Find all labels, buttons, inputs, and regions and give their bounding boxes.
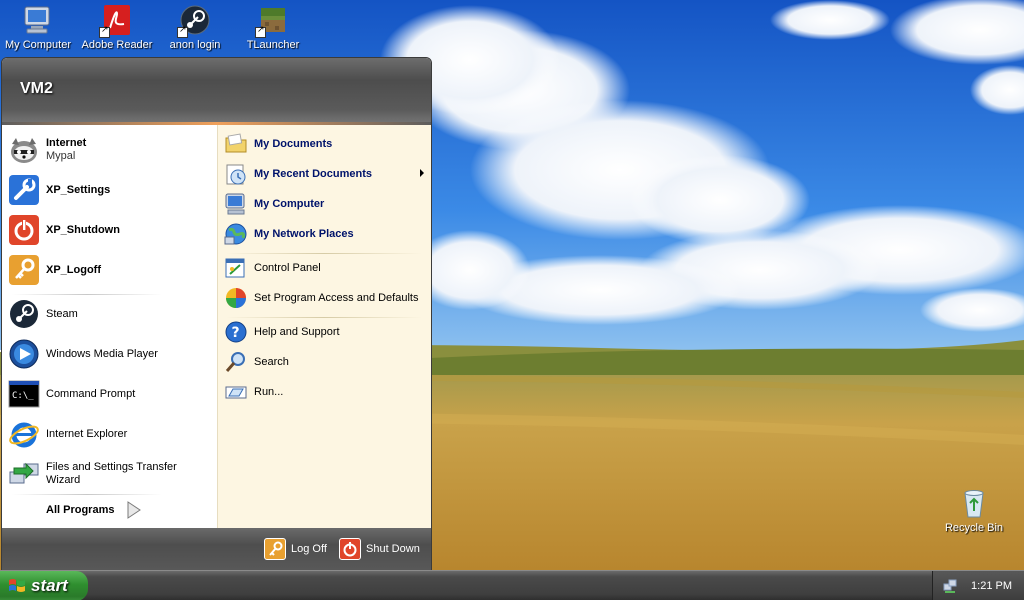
- power-icon: [8, 214, 40, 246]
- separator: [226, 253, 422, 254]
- place-label: My Documents: [254, 138, 333, 150]
- help-label: Help and Support: [254, 326, 340, 338]
- desktop-icon-label: My Computer: [4, 39, 72, 51]
- help-label: Run...: [254, 386, 284, 398]
- tlauncher-icon: [255, 4, 289, 38]
- recent-item-files-settings-transfer-wizard[interactable]: Files and Settings Transfer Wizard: [8, 455, 214, 493]
- command-prompt-icon: C:\_: [8, 378, 40, 410]
- desktop-icon-label: Adobe Reader: [81, 39, 153, 51]
- svg-text:?: ?: [232, 325, 240, 341]
- my-computer-icon: [22, 4, 54, 36]
- control-panel-icon: [224, 256, 248, 280]
- pinned-item-subtitle: Mypal: [46, 150, 76, 162]
- search[interactable]: Search: [224, 349, 428, 375]
- key-icon: [8, 254, 40, 286]
- desktop-icon-anon-login[interactable]: anon login: [157, 4, 233, 51]
- pinned-item-title: Internet: [46, 137, 87, 149]
- recent-item-label: Command Prompt: [46, 387, 136, 400]
- windows-flag-icon: [8, 577, 26, 595]
- internet-explorer-icon: [8, 418, 40, 450]
- key-icon: [264, 538, 286, 560]
- settings-label: Set Program Access and Defaults: [254, 292, 419, 304]
- place-my-documents[interactable]: My Documents: [224, 131, 428, 157]
- desktop-icon-label: anon login: [169, 39, 221, 51]
- media-player-icon: [8, 338, 40, 370]
- wrench-icon: [8, 174, 40, 206]
- desktop-icon-my-computer[interactable]: My Computer: [0, 4, 76, 51]
- settings-label: Control Panel: [254, 262, 321, 274]
- clock[interactable]: 1:21 PM: [971, 580, 1012, 592]
- pinned-item-xp-logoff[interactable]: XP_Logoff: [8, 251, 214, 289]
- svg-text:C:\_: C:\_: [12, 391, 34, 401]
- pinned-item-title: XP_Shutdown: [46, 223, 120, 236]
- run-icon: [224, 380, 248, 404]
- recent-item-label: Files and Settings Transfer Wizard: [46, 461, 177, 486]
- log-off-button[interactable]: Log Off: [264, 537, 327, 561]
- start-label: start: [31, 576, 68, 595]
- settings-control-panel[interactable]: Control Panel: [224, 255, 428, 281]
- run[interactable]: Run...: [224, 379, 428, 405]
- desktop-icon-recycle-bin[interactable]: Recycle Bin: [936, 487, 1012, 534]
- recent-item-command-prompt[interactable]: C:\_ Command Prompt: [8, 375, 214, 413]
- pinned-item-internet[interactable]: Internet Mypal: [8, 131, 214, 169]
- folder-icon: [224, 132, 248, 156]
- place-my-computer[interactable]: My Computer: [224, 191, 428, 217]
- steam-icon: [177, 4, 211, 38]
- help-label: Search: [254, 356, 289, 368]
- steam-icon: [8, 298, 40, 330]
- start-menu-footer: Log Off Shut Down: [2, 528, 431, 570]
- help-icon: ?: [224, 320, 248, 344]
- recent-item-windows-media-player[interactable]: Windows Media Player: [8, 335, 214, 373]
- log-off-label: Log Off: [291, 543, 327, 555]
- power-icon: [339, 538, 361, 560]
- program-defaults-icon: [224, 286, 248, 310]
- start-menu: VM2 Internet Mypal XP_Settings XP_Shutdo…: [1, 57, 432, 571]
- user-name: VM2: [20, 80, 53, 97]
- taskbar: start 1:21 PM: [0, 570, 1024, 600]
- shut-down-button[interactable]: Shut Down: [339, 537, 420, 561]
- desktop-icon-label: Recycle Bin: [944, 522, 1004, 534]
- recycle-bin-icon: [958, 487, 990, 519]
- start-menu-right-panel: My Documents My Recent Documents My Comp…: [217, 125, 431, 530]
- start-menu-header: VM2: [2, 58, 431, 122]
- desktop-icon-label: TLauncher: [246, 39, 300, 51]
- shut-down-label: Shut Down: [366, 543, 420, 555]
- my-computer-icon: [224, 192, 248, 216]
- search-icon: [224, 350, 248, 374]
- place-label: My Computer: [254, 198, 325, 210]
- place-label: My Network Places: [254, 228, 354, 240]
- start-menu-left-panel: Internet Mypal XP_Settings XP_Shutdown XP…: [2, 125, 217, 530]
- pinned-item-title: XP_Settings: [46, 183, 111, 196]
- separator: [12, 494, 162, 495]
- start-menu-body: Internet Mypal XP_Settings XP_Shutdown XP…: [2, 125, 431, 530]
- network-places-icon: [224, 222, 248, 246]
- recent-item-label: Internet Explorer: [46, 427, 128, 440]
- desktop-icon-adobe-reader[interactable]: Adobe Reader: [79, 4, 155, 51]
- place-my-network-places[interactable]: My Network Places: [224, 221, 428, 247]
- recent-item-label: Windows Media Player: [46, 347, 158, 360]
- settings-program-access-defaults[interactable]: Set Program Access and Defaults: [224, 285, 428, 311]
- pinned-item-title: XP_Logoff: [46, 263, 101, 276]
- desktop-icon-tlauncher[interactable]: TLauncher: [235, 4, 311, 51]
- start-button[interactable]: start: [0, 571, 88, 600]
- separator: [226, 317, 422, 318]
- network-tray-icon[interactable]: [943, 579, 957, 593]
- recent-documents-icon: [224, 162, 248, 186]
- pinned-item-xp-settings[interactable]: XP_Settings: [8, 171, 214, 209]
- recent-item-label: Steam: [46, 307, 78, 320]
- transfer-wizard-icon: [8, 458, 40, 490]
- submenu-arrow-icon: [420, 169, 424, 177]
- recent-item-internet-explorer[interactable]: Internet Explorer: [8, 415, 214, 453]
- place-label: My Recent Documents: [254, 168, 372, 180]
- place-my-recent-documents[interactable]: My Recent Documents: [224, 161, 428, 187]
- mypal-icon: [8, 134, 40, 166]
- arrow-right-icon: [126, 501, 142, 519]
- system-tray: 1:21 PM: [932, 571, 1024, 600]
- recent-item-steam[interactable]: Steam: [8, 295, 214, 333]
- all-programs-button[interactable]: All Programs: [46, 497, 166, 523]
- help-and-support[interactable]: ? Help and Support: [224, 319, 428, 345]
- pinned-item-xp-shutdown[interactable]: XP_Shutdown: [8, 211, 214, 249]
- adobe-reader-icon: [99, 4, 133, 38]
- all-programs-label: All Programs: [46, 504, 115, 516]
